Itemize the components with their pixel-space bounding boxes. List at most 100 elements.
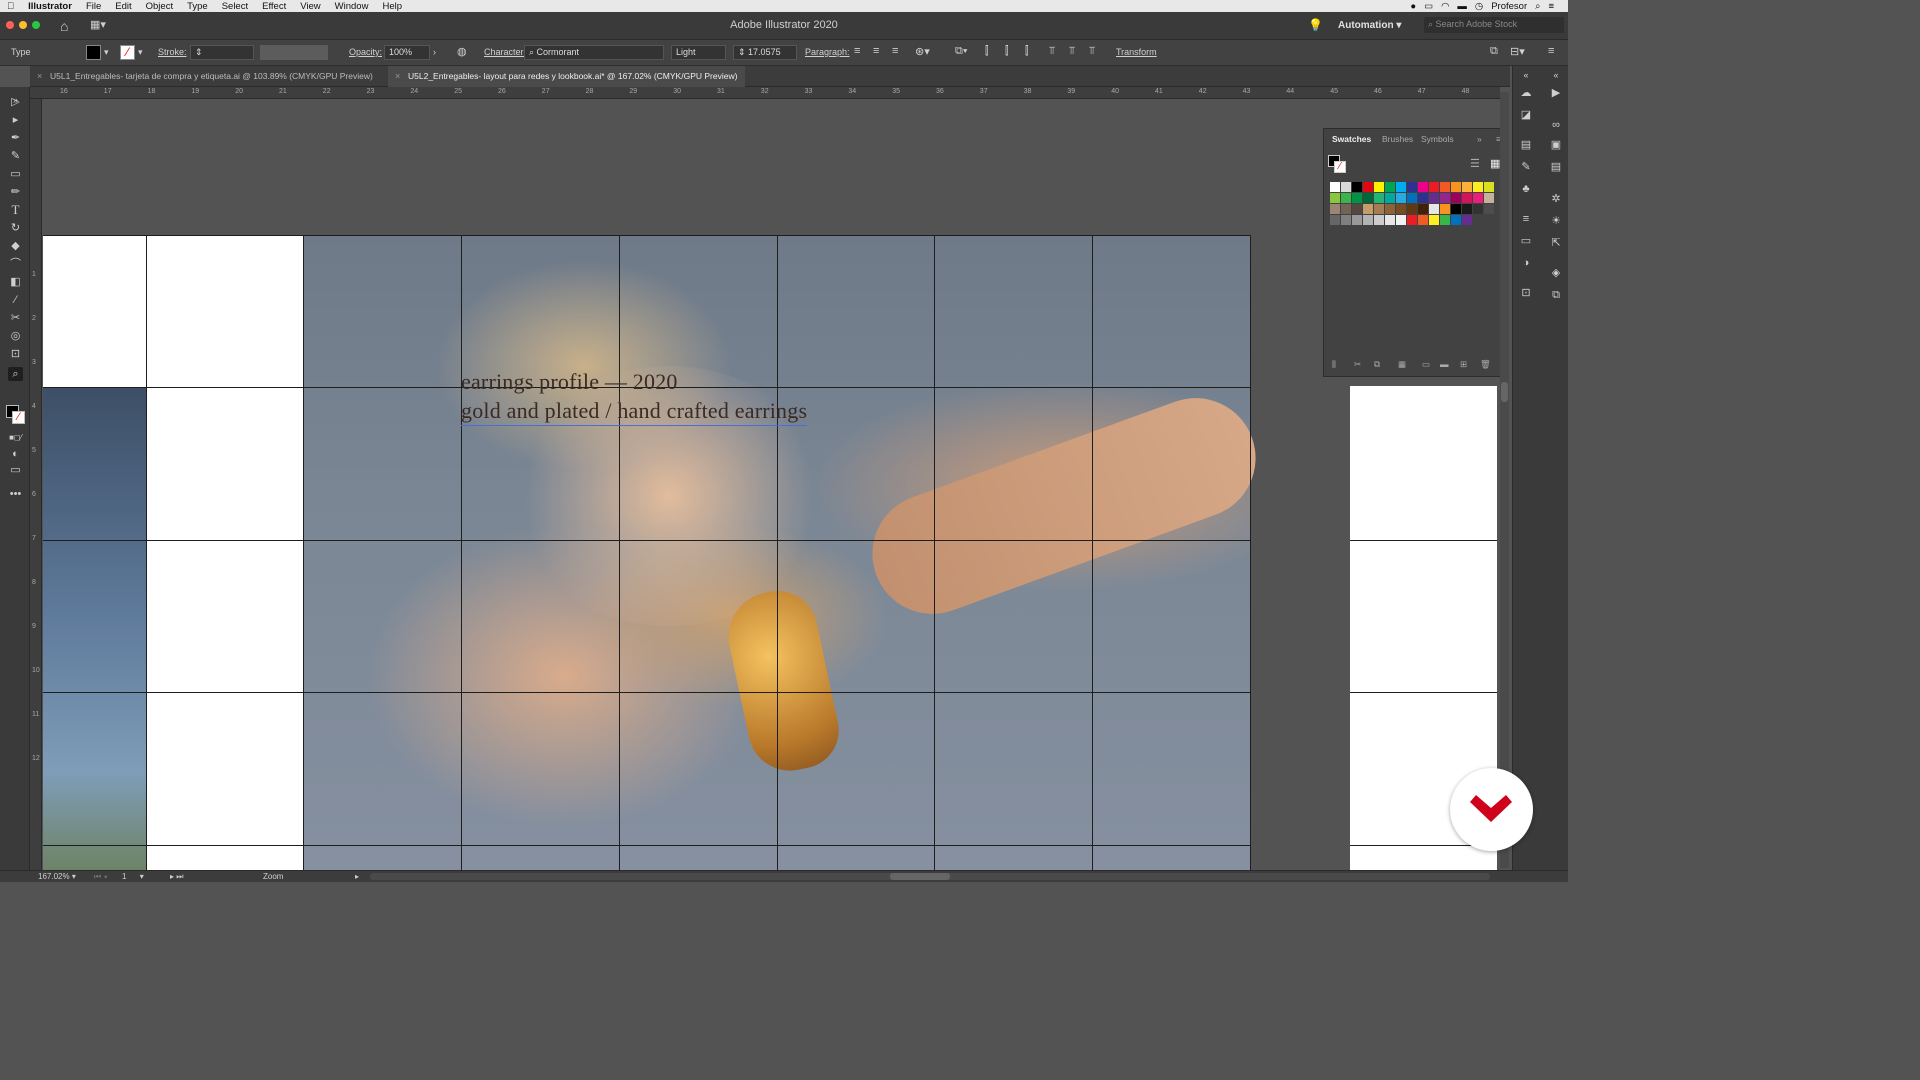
type-tool-icon[interactable]: T [8,203,23,217]
color-swatch[interactable] [1385,193,1395,203]
record-icon[interactable]: ● [1410,1,1416,12]
new-color-group-icon[interactable]: ▬ [1440,359,1449,369]
swatch-options-icon[interactable]: ▦ [1398,359,1406,370]
font-size-field[interactable]: ⇕ 17.0575 [733,45,797,60]
tab-brushes[interactable]: Brushes [1382,134,1413,144]
direct-selection-tool-icon[interactable]: ▸ [8,113,23,127]
stroke-color-swatch[interactable]: ⁄ [120,45,135,60]
color-swatch[interactable] [1462,215,1472,225]
character-label[interactable]: Character: [484,47,526,57]
color-swatch[interactable] [1363,204,1373,214]
document-info-icon[interactable]: ▣ [1549,138,1563,152]
isolate-icon[interactable]: ⧉ [1490,45,1498,58]
color-swatch[interactable] [1429,193,1439,203]
opacity-field[interactable]: 100% [384,45,430,60]
artboards-icon[interactable]: ⊡ [1519,286,1533,300]
fill-dropdown-icon[interactable]: ▾ [104,47,109,58]
stroke-weight-field[interactable]: ⇕ [190,45,254,60]
swatch-libraries-icon[interactable]: ⫼ [1332,359,1336,370]
opacity-label[interactable]: Opacity: [349,47,382,57]
next-artboard-icon[interactable]: ▸ ⏭ [170,872,183,882]
menu-edit[interactable]: Edit [108,1,138,12]
color-swatch[interactable] [1484,193,1494,203]
list-icon[interactable]: ≡ [1548,1,1554,12]
libraries-icon[interactable]: ☁ [1519,86,1533,100]
color-swatch[interactable] [1385,204,1395,214]
first-artboard-icon[interactable]: ⏮ ◂ [94,872,107,882]
panel-options-icon[interactable]: ⊟▾ [1510,45,1525,58]
color-swatch[interactable] [1363,182,1373,192]
status-arrow-icon[interactable]: ▸ [355,872,359,881]
stroke-label[interactable]: Stroke: [158,47,187,57]
color-swatch[interactable] [1374,204,1384,214]
color-swatch[interactable] [1341,204,1351,214]
color-swatch[interactable] [1330,215,1340,225]
rectangle-tool-icon[interactable]: ▭ [8,167,23,181]
menu-file[interactable]: File [79,1,108,12]
gradient-panel-icon[interactable]: ▭ [1519,234,1533,248]
font-family-field[interactable]: ⌕ Cormorant [524,45,664,60]
tab-symbols[interactable]: Symbols [1421,134,1454,144]
color-swatch[interactable] [1396,204,1406,214]
workspace-switcher[interactable]: Automation ▾ [1338,20,1401,31]
color-swatch[interactable] [1396,215,1406,225]
apple-icon[interactable]:  [0,1,21,12]
color-swatch[interactable] [1451,182,1461,192]
tab-document-2[interactable]: × U5L2_Entregables- layout para redes y l… [388,66,746,87]
color-swatch[interactable] [1407,215,1417,225]
transparency-icon[interactable]: ◑ [1519,256,1533,270]
color-swatch[interactable] [1341,193,1351,203]
toolbar-stroke-swatch[interactable]: ⁄ [12,411,25,424]
opacity-arrow-icon[interactable]: › [433,47,436,57]
artboard-number-field[interactable]: 1 ▾ [122,872,144,881]
color-swatch[interactable] [1385,215,1395,225]
color-swatch[interactable] [1396,182,1406,192]
align-right-icon[interactable]: ≡ [892,45,898,57]
zoom-level-field[interactable]: 167.02% ▾ [38,872,76,881]
menu-effect[interactable]: Effect [255,1,293,12]
color-swatch[interactable] [1473,182,1483,192]
left-photo-crop[interactable] [43,388,147,870]
menu-view[interactable]: View [293,1,327,12]
align-to-icon[interactable]: ⧉▾ [955,45,967,58]
flag-icon[interactable]: ▬ [1457,1,1467,12]
artboard-canvas[interactable]: earrings profile — 2020 gold and plated … [43,99,1500,870]
color-swatch[interactable] [1330,204,1340,214]
artboard-tool-icon[interactable]: ⊡ [8,347,23,361]
stock-search-input[interactable]: ⌕ Search Adobe Stock [1424,17,1564,33]
color-swatch[interactable] [1418,182,1428,192]
close-tab-icon[interactable]: × [37,71,42,81]
add-used-colors-icon[interactable]: ✂ [1354,359,1361,370]
color-swatch[interactable] [1484,204,1494,214]
clock-icon[interactable]: ◷ [1475,1,1483,12]
align-horizontal-center-icon[interactable]: ⫿ [1005,45,1009,58]
color-swatch[interactable] [1363,215,1373,225]
color-swatch[interactable] [1396,193,1406,203]
color-swatch[interactable] [1473,204,1483,214]
rotate-tool-icon[interactable]: ↻ [8,221,23,235]
color-swatch[interactable] [1330,193,1340,203]
eraser-tool-icon[interactable]: ◆ [8,239,23,253]
color-swatch[interactable] [1418,193,1428,203]
screen-mode-icon[interactable]: ▭ [8,463,23,477]
color-swatch[interactable] [1429,215,1439,225]
color-swatch[interactable] [1418,215,1428,225]
menu-select[interactable]: Select [215,1,255,12]
export-icon[interactable]: ⇱ [1549,236,1563,250]
color-swatch[interactable] [1440,193,1450,203]
close-tab-icon[interactable]: × [395,71,400,81]
menu-help[interactable]: Help [375,1,409,12]
graphic-styles-icon[interactable]: ☀ [1549,214,1563,228]
wifi-icon[interactable]: ◠ [1441,1,1449,12]
layers-icon[interactable]: ◈ [1549,266,1563,280]
zoom-tool-icon[interactable]: ⌕ [8,367,23,381]
color-swatch[interactable] [1341,182,1351,192]
user-name[interactable]: Profesor [1491,1,1527,12]
attributes-icon[interactable]: ▤ [1549,160,1563,174]
vertical-scrollbar[interactable] [1500,92,1509,868]
color-swatch[interactable] [1407,182,1417,192]
color-swatch[interactable] [1462,204,1472,214]
vertical-scrollbar-thumb[interactable] [1501,382,1508,402]
selection-tool-icon[interactable]: ▷ [8,95,23,109]
panel-stroke-swatch[interactable]: ⁄ [1334,161,1346,173]
